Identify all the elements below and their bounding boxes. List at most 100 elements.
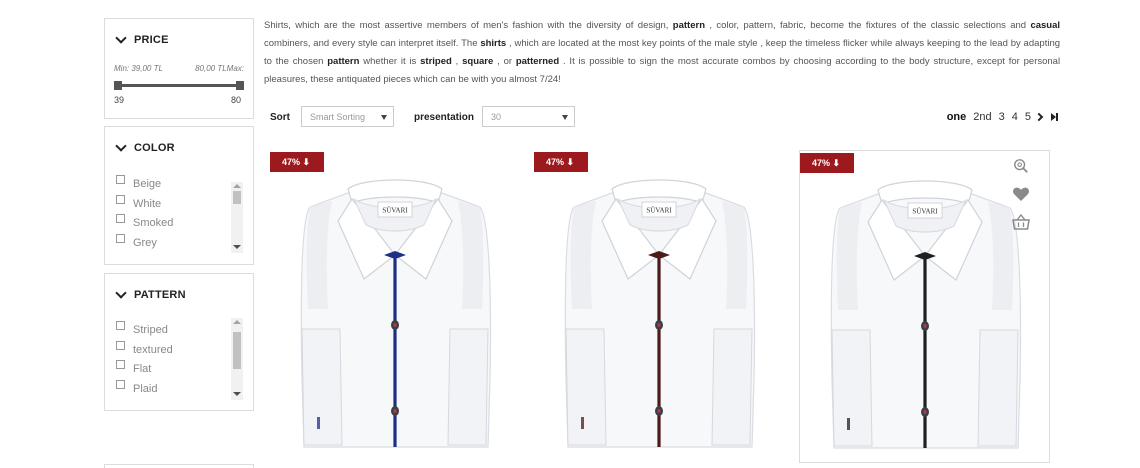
desc-text: combiners, and every style can interpret… [264,38,478,49]
color-option-label: Beige [133,178,162,190]
shirt-drawing: SÜVARI [830,180,1022,449]
desc-keyword-link[interactable]: shirts [480,38,506,49]
pattern-option[interactable]: Flat [116,358,228,378]
desc-keyword-link[interactable]: pattern [327,56,359,67]
product-image[interactable]: SÜVARI [292,159,498,451]
price-slider-min-handle[interactable] [114,81,122,90]
zoom-icon[interactable] [1012,158,1030,174]
scroll-down-arrow-icon[interactable] [233,245,241,249]
brand-label: SÜVARI [912,208,938,216]
heart-icon[interactable] [1012,186,1030,202]
price-filter-header[interactable]: PRICE [115,31,169,46]
product-image[interactable]: SÜVARI [822,160,1028,452]
price-slider[interactable] [114,81,244,90]
product-card[interactable]: 47% ⬇ SÜVARI [534,150,785,463]
shirt-drawing: SÜVARI [300,179,492,448]
checkbox[interactable] [116,321,125,330]
page-link[interactable]: 2nd [973,111,991,123]
desc-text: Shirts, which are the most assertive mem… [264,20,669,31]
desc-keyword-link[interactable]: patterned [516,56,559,67]
basket-icon[interactable] [1012,214,1030,230]
price-slider-values: 39 80 [114,95,241,105]
price-max-label: 80,00 TLMax: [195,64,244,73]
listing-toolbar: Sort Smart Sorting presentation 30 one 2… [270,106,1060,128]
checkbox[interactable] [116,340,125,350]
pattern-option-label: Striped [133,324,168,336]
sort-label: Sort [270,112,290,123]
pattern-list-scrollbar[interactable] [231,318,243,400]
card-actions [1012,158,1030,230]
pattern-option[interactable]: Plaid [116,378,228,398]
sort-select-value: Smart Sorting [310,112,366,122]
product-card[interactable]: 47% ⬇ SÜVARI [270,150,521,463]
desc-text: , or [497,56,513,67]
dropdown-arrow-icon [562,115,568,120]
price-filter-title: PRICE [134,34,169,46]
dropdown-arrow-icon [381,115,387,120]
color-option[interactable]: White [116,193,228,213]
scroll-up-arrow-icon[interactable] [233,320,241,324]
scrollbar-thumb[interactable] [233,332,241,369]
pattern-filter-header[interactable]: PATTERN [115,286,186,301]
sort-select[interactable]: Smart Sorting [301,106,394,127]
product-image[interactable]: SÜVARI [556,159,762,451]
color-option-label: Smoked [133,217,174,229]
pattern-option[interactable]: textured [116,339,228,359]
desc-text: , color, pattern, fabric, become the fix… [709,20,1027,31]
page-link[interactable]: 4 [1012,111,1018,123]
checkbox[interactable] [116,214,125,223]
desc-keyword-link[interactable]: casual [1030,20,1060,31]
next-filter-partial [104,464,254,468]
scroll-up-arrow-icon[interactable] [233,184,241,188]
chevron-down-icon [115,139,127,152]
pattern-option[interactable] [116,397,228,398]
color-filter-header[interactable]: COLOR [115,139,175,154]
desc-keyword-link[interactable]: square [462,56,493,67]
pagination: one 2nd 3 4 5 [947,111,1058,123]
last-page-icon[interactable] [1051,113,1058,121]
brand-label: SÜVARI [382,207,408,215]
presentation-label: presentation [414,112,475,123]
color-option[interactable]: Grey [116,232,228,252]
page-link[interactable]: 5 [1025,111,1031,123]
color-filter: COLOR Beige White Smoked Grey [104,126,254,265]
color-filter-title: COLOR [134,142,175,154]
desc-text: whether it is [363,56,417,67]
scroll-down-arrow-icon[interactable] [233,392,241,396]
desc-keyword-link[interactable]: striped [420,56,452,67]
color-option[interactable]: Beige [116,173,228,193]
brand-label: SÜVARI [646,207,672,215]
pattern-option-label: Flat [133,363,152,375]
pattern-option[interactable]: Striped [116,319,228,339]
presentation-select[interactable]: 30 [482,106,575,127]
next-page-icon[interactable] [1034,112,1044,122]
desc-keyword-link[interactable]: pattern [673,20,705,31]
category-description: Shirts, which are the most assertive mem… [264,17,1060,89]
pattern-option-label: textured [133,343,173,356]
presentation-select-value: 30 [491,112,502,122]
pattern-option-list: Striped textured Flat Plaid [116,319,228,398]
color-option[interactable] [116,251,228,252]
checkbox[interactable] [116,175,125,184]
pattern-filter: PATTERN Striped textured Flat Plaid [104,273,254,411]
price-slider-max-handle[interactable] [236,81,244,90]
product-card[interactable]: 47% ⬇ SÜVARI [799,150,1050,463]
checkbox[interactable] [116,379,125,389]
page-link[interactable]: 3 [999,111,1005,123]
pattern-option-label: Plaid [133,382,158,395]
color-option-label: White [133,197,162,210]
price-max-value: 80 [230,95,241,105]
chevron-down-icon [115,286,127,299]
price-min-value: 39 [114,95,125,105]
shirt-drawing: SÜVARI [564,179,756,448]
color-option[interactable]: Smoked [116,212,228,232]
page-link-current[interactable]: one [947,111,967,123]
checkbox[interactable] [116,194,125,204]
color-list-scrollbar[interactable] [231,182,243,253]
chevron-down-icon [115,31,127,44]
pattern-filter-title: PATTERN [134,289,186,301]
scrollbar-thumb[interactable] [233,191,241,204]
color-option-label: Grey [133,236,157,249]
checkbox[interactable] [116,233,125,243]
checkbox[interactable] [116,360,125,369]
